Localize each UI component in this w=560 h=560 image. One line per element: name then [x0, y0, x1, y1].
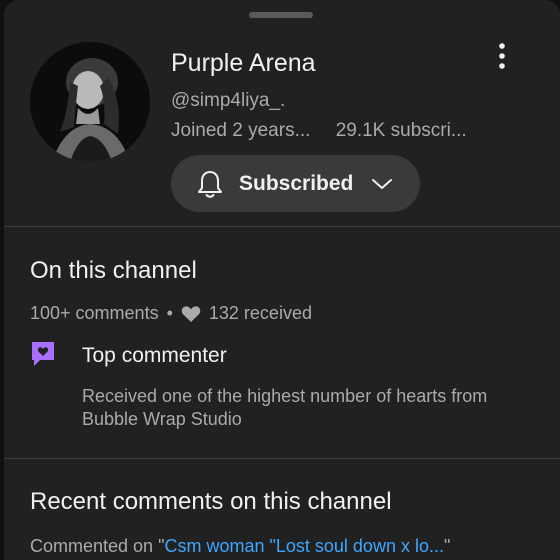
divider: [4, 226, 560, 227]
subscribed-label: Subscribed: [239, 171, 354, 195]
comment-count: 100+ comments: [30, 303, 159, 323]
drag-handle[interactable]: [249, 12, 313, 18]
commented-on-suffix: ": [443, 536, 451, 556]
separator-dot: •: [166, 303, 173, 323]
avatar[interactable]: [30, 42, 150, 162]
more-vert-icon: [499, 43, 505, 69]
subscribed-button[interactable]: Subscribed: [171, 155, 420, 212]
chevron-down-icon: [371, 177, 393, 191]
more-options-button[interactable]: [484, 38, 520, 74]
channel-stats: 100+ comments • 132 received: [30, 303, 312, 324]
channel-handle: @simp4liya_.: [171, 90, 286, 111]
top-commenter-title: Top commenter: [82, 344, 227, 367]
heart-icon: [181, 305, 201, 323]
hearts-received: 132 received: [208, 303, 312, 323]
video-link[interactable]: Csm woman "Lost soul down x lo...: [164, 536, 444, 556]
on-channel-title: On this channel: [30, 257, 197, 284]
commented-on-prefix: Commented on ": [30, 536, 165, 556]
top-commenter-badge-icon: [32, 342, 54, 366]
top-commenter-description: Received one of the highest number of he…: [82, 386, 488, 429]
channel-name: Purple Arena: [171, 49, 316, 77]
recent-comment-item[interactable]: Commented on "Csm woman "Lost soul down …: [30, 536, 450, 557]
channel-meta: Joined 2 years... 29.1K subscri...: [171, 120, 467, 142]
recent-comments-title: Recent comments on this channel: [30, 488, 392, 515]
subscriber-count: 29.1K subscri...: [335, 120, 467, 141]
bell-icon: [195, 169, 225, 199]
channel-sheet: Purple Arena @simp4liya_. Joined 2 years…: [4, 0, 560, 560]
divider: [4, 458, 560, 459]
joined-date: Joined 2 years...: [171, 120, 311, 141]
